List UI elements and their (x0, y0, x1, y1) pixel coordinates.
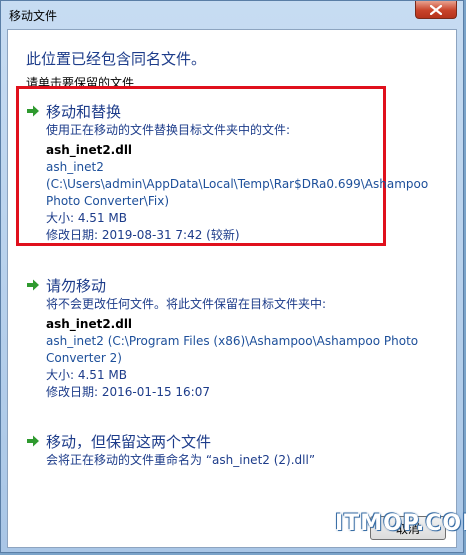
option-title: 移动，但保留这两个文件 (46, 432, 212, 451)
option-move-and-replace[interactable]: 移动和替换 使用正在移动的文件替换目标文件夹中的文件: ash_inet2.dl… (26, 100, 446, 244)
option-description: 会将正在移动的文件重命名为 “ash_inet2 (2).dll” (46, 453, 316, 467)
file-modified-date: 修改日期: 2016-01-15 16:07 (46, 385, 210, 399)
option-do-not-move[interactable]: 请勿移动 将不会更改任何文件。将此文件保留在目标文件夹中: ash_inet2.… (26, 274, 446, 401)
file-path-line: (C:\Users\admin\AppData\Local\Temp\Rar$D… (46, 177, 429, 191)
dialog-body: 此位置已经包含同名文件。 请单击要保留的文件 移动和替换 使用正在移动的文件替换… (7, 29, 457, 548)
file-modified-date: 修改日期: 2019-08-31 7:42 (较新) (46, 228, 240, 242)
close-button[interactable] (415, 1, 457, 19)
dialog-heading: 此位置已经包含同名文件。 (26, 50, 207, 68)
file-name: ash_inet2.dll (46, 143, 133, 157)
file-path-line: Converter 2) (46, 351, 122, 365)
watermark-text: ITMOP.COM (335, 511, 466, 536)
file-size: 大小: 4.51 MB (46, 211, 127, 225)
close-icon (430, 4, 442, 15)
option-description: 将不会更改任何文件。将此文件保留在目标文件夹中: (46, 297, 327, 311)
file-path-line: Photo Converter\Fix) (46, 194, 169, 208)
option-title: 请勿移动 (46, 276, 107, 295)
option-title: 移动和替换 (46, 102, 122, 121)
green-arrow-icon (27, 105, 39, 117)
file-size: 大小: 4.51 MB (46, 368, 127, 382)
option-move-keep-both[interactable]: 移动，但保留这两个文件 会将正在移动的文件重命名为 “ash_inet2 (2)… (26, 430, 446, 469)
title-bar[interactable]: 移动文件 (1, 1, 463, 29)
file-path-line: ash_inet2 (46, 160, 104, 174)
window-title: 移动文件 (9, 9, 58, 23)
green-arrow-icon (27, 435, 39, 447)
option-description: 使用正在移动的文件替换目标文件夹中的文件: (46, 123, 291, 137)
file-name: ash_inet2.dll (46, 317, 133, 331)
move-file-dialog: 移动文件 此位置已经包含同名文件。 请单击要保留的文件 移动和替换 使用正在移动… (0, 0, 466, 553)
green-arrow-icon (27, 279, 39, 291)
file-path-line: ash_inet2 (C:\Program Files (x86)\Ashamp… (46, 334, 419, 348)
